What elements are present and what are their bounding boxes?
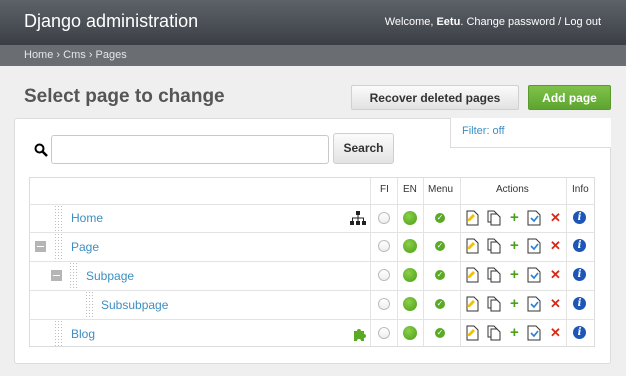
en-published-icon[interactable] (403, 211, 417, 225)
username: Eetu (436, 16, 461, 28)
user-tools: Welcome, Eetu. Change password / Log out (384, 16, 601, 28)
add-child-icon[interactable]: + (510, 210, 519, 225)
column-fi: FI (380, 184, 389, 195)
page-link-blog[interactable]: Blog (71, 327, 95, 341)
fi-status-icon[interactable] (378, 212, 390, 224)
separator: / (558, 16, 562, 28)
info-icon[interactable]: i (573, 297, 586, 310)
logout-link[interactable]: Log out (564, 16, 601, 28)
edit-page-icon[interactable] (466, 267, 479, 283)
page-link-subpage[interactable]: Subpage (86, 269, 134, 283)
copy-page-icon[interactable] (487, 325, 501, 341)
delete-page-icon[interactable]: ✕ (550, 239, 561, 253)
menu-check-icon[interactable]: ✓ (435, 213, 445, 223)
column-en: EN (403, 184, 417, 195)
info-icon[interactable]: i (573, 326, 586, 339)
header: Django administration Welcome, Eetu. Cha… (0, 0, 626, 45)
info-icon[interactable]: i (573, 268, 586, 281)
move-page-icon[interactable] (527, 325, 541, 341)
add-child-icon[interactable]: + (510, 325, 519, 340)
info-icon[interactable]: i (573, 211, 586, 224)
column-menu: Menu (428, 184, 454, 195)
column-info: Info (572, 184, 589, 195)
edit-page-icon[interactable] (466, 210, 479, 226)
delete-page-icon[interactable]: ✕ (550, 297, 561, 311)
copy-page-icon[interactable] (487, 296, 501, 312)
breadcrumb-pages: Pages (95, 49, 127, 61)
recover-deleted-pages-button[interactable]: Recover deleted pages (351, 85, 519, 110)
page-link-home[interactable]: Home (71, 211, 103, 225)
move-page-icon[interactable] (527, 267, 541, 283)
add-child-icon[interactable]: + (510, 238, 519, 253)
change-password-link[interactable]: Change password (466, 16, 555, 28)
page-link-page[interactable]: Page (71, 240, 99, 254)
menu-check-icon[interactable]: ✓ (435, 241, 445, 251)
move-page-icon[interactable] (527, 238, 541, 254)
add-child-icon[interactable]: + (510, 296, 519, 311)
welcome-text: Welcome, (384, 16, 434, 28)
column-actions: Actions (496, 184, 529, 195)
en-published-icon[interactable] (403, 268, 417, 282)
add-page-button[interactable]: Add page (528, 85, 611, 110)
copy-page-icon[interactable] (487, 238, 501, 254)
menu-check-icon[interactable]: ✓ (435, 328, 445, 338)
add-child-icon[interactable]: + (510, 267, 519, 282)
info-icon[interactable]: i (573, 239, 586, 252)
menu-check-icon[interactable]: ✓ (435, 270, 445, 280)
sitemap-icon (350, 211, 366, 225)
breadcrumb: Home › Cms › Pages (0, 45, 626, 66)
fi-status-icon[interactable] (378, 269, 390, 281)
page-title: Select page to change (24, 86, 225, 107)
delete-page-icon[interactable]: ✕ (550, 268, 561, 282)
edit-page-icon[interactable] (466, 296, 479, 312)
copy-page-icon[interactable] (487, 210, 501, 226)
copy-page-icon[interactable] (487, 267, 501, 283)
breadcrumb-home[interactable]: Home (24, 49, 53, 61)
fi-status-icon[interactable] (378, 327, 390, 339)
filter-toggle[interactable]: Filter: off (450, 118, 611, 148)
move-page-icon[interactable] (527, 210, 541, 226)
search-button[interactable]: Search (333, 133, 394, 164)
collapse-toggle[interactable] (51, 270, 62, 281)
site-title[interactable]: Django administration (24, 11, 198, 32)
page-link-subsubpage[interactable]: Subsubpage (101, 298, 168, 312)
plugin-icon (354, 329, 366, 341)
search-input[interactable] (51, 135, 329, 164)
en-published-icon[interactable] (403, 297, 417, 311)
fi-status-icon[interactable] (378, 240, 390, 252)
collapse-toggle[interactable] (35, 241, 46, 252)
breadcrumb-cms[interactable]: Cms (63, 49, 86, 61)
fi-status-icon[interactable] (378, 298, 390, 310)
menu-check-icon[interactable]: ✓ (435, 299, 445, 309)
en-published-icon[interactable] (403, 239, 417, 253)
en-published-icon[interactable] (403, 326, 417, 340)
edit-page-icon[interactable] (466, 325, 479, 341)
delete-page-icon[interactable]: ✕ (550, 211, 561, 225)
edit-page-icon[interactable] (466, 238, 479, 254)
filter-label[interactable]: Filter: off (462, 125, 505, 137)
search-icon (34, 143, 48, 157)
delete-page-icon[interactable]: ✕ (550, 326, 561, 340)
move-page-icon[interactable] (527, 296, 541, 312)
